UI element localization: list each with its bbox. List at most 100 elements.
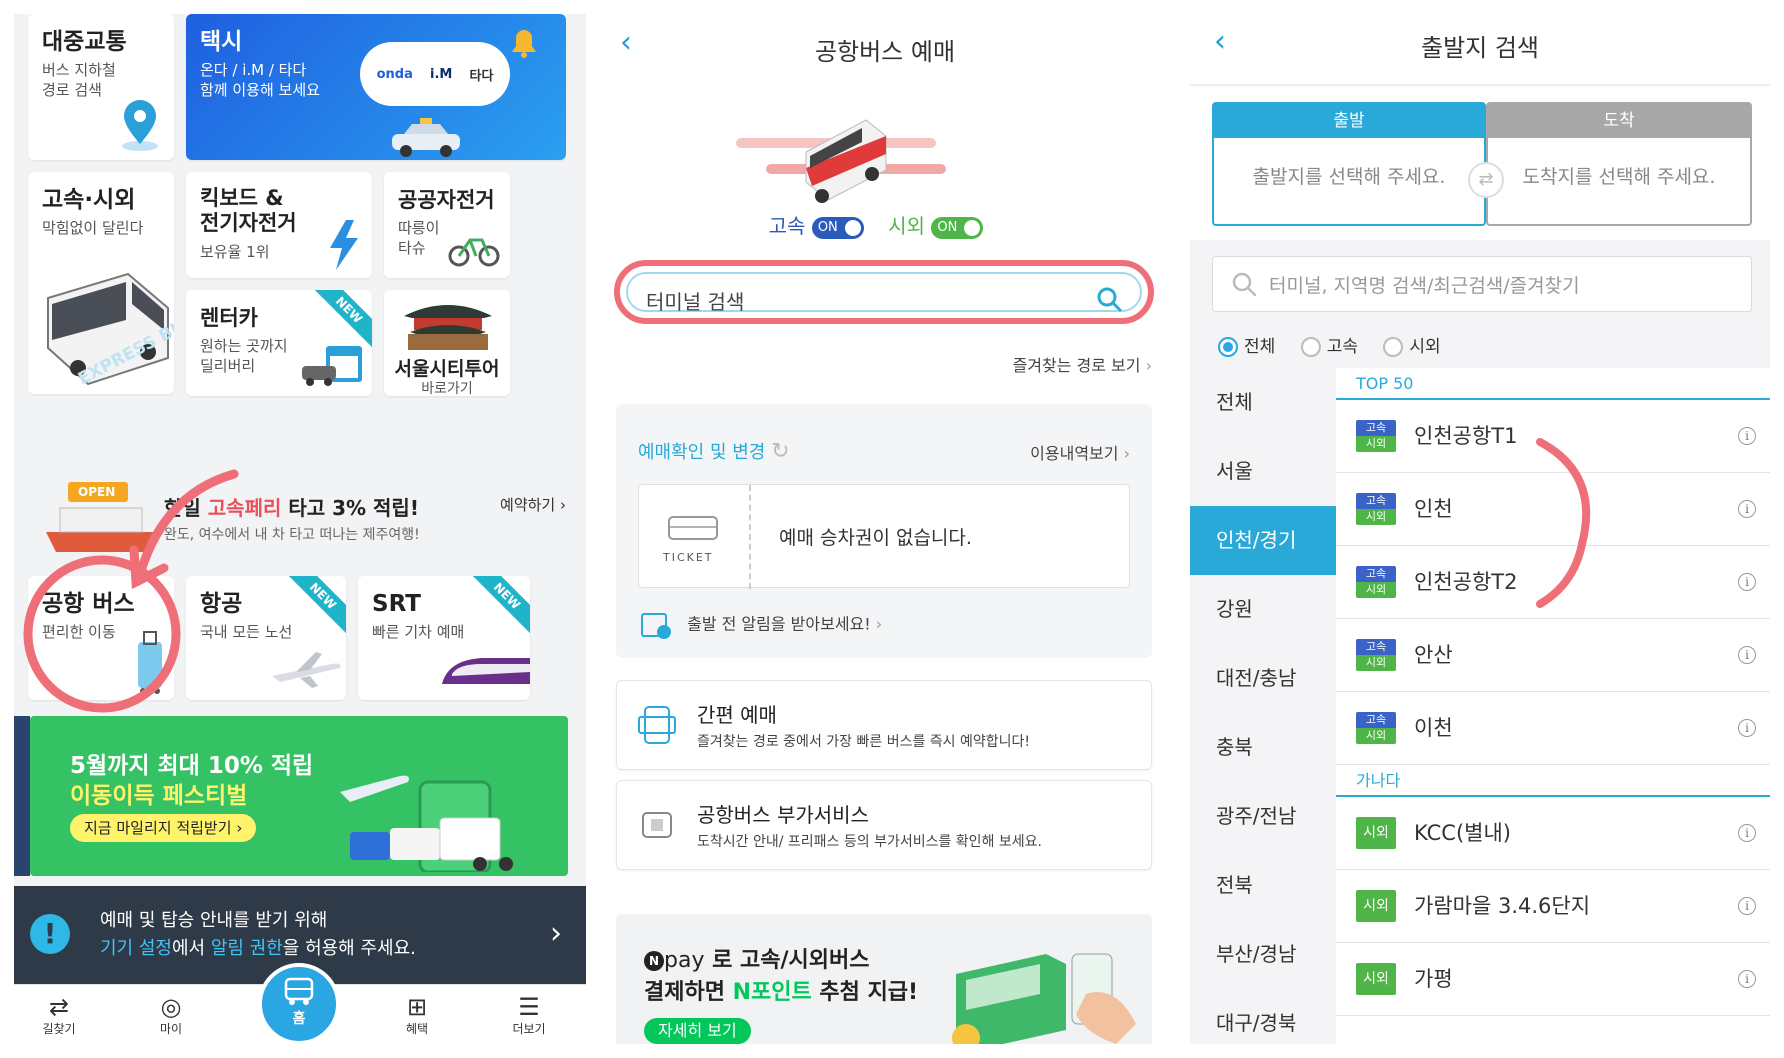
tag-express: 고속 xyxy=(1356,712,1396,728)
calendar-clock-icon xyxy=(641,613,671,639)
info-icon[interactable]: i xyxy=(1738,500,1756,518)
srt-card[interactable]: SRT 빠른 기차 예매 NEW xyxy=(358,576,530,700)
new-badge: NEW xyxy=(310,290,372,349)
npay-promo-banner[interactable]: Npay 로 고속/시외버스 결제하면 N포인트 추첨 지급! 자세히 보기 xyxy=(616,914,1152,1044)
express-title: 고속·시외 xyxy=(42,187,136,213)
tab-route[interactable]: ⇄ 길찾기 xyxy=(14,985,104,1044)
ferry-reserve-link[interactable]: 예약하기 › xyxy=(500,494,566,515)
intercity-tag: 시외 xyxy=(1356,963,1396,995)
tab-more-label: 더보기 xyxy=(512,1022,546,1036)
bus-type-toggles: 고속 ON 시외 ON xyxy=(596,210,1174,239)
express-intercity-tag: 고속 시외 xyxy=(1356,566,1396,598)
tab-more[interactable]: ☰ 더보기 xyxy=(484,985,574,1044)
terminal-name: 인천공항T2 xyxy=(1414,570,1518,594)
highlight-annotation xyxy=(23,469,239,713)
express-card[interactable]: 고속·시외 막힘없이 달린다 EXPRESS BUS xyxy=(28,172,174,394)
citytour-card[interactable]: 서울시티투어 바로가기 xyxy=(384,290,510,396)
region-item-jeonbuk[interactable]: 전북 xyxy=(1190,851,1336,920)
region-item-chungbuk[interactable]: 충북 xyxy=(1190,713,1336,782)
bike-sub: 따릉이 타슈 xyxy=(398,219,440,257)
info-icon[interactable]: i xyxy=(1738,427,1756,445)
info-icon[interactable]: i xyxy=(1738,824,1756,842)
tag-intercity: 시외 xyxy=(1356,655,1396,671)
filter-express[interactable]: 고속 xyxy=(1300,337,1358,357)
favorite-route-label: 즐겨찾는 경로 보기 xyxy=(1012,356,1141,375)
chevron-right-icon: › xyxy=(875,614,883,634)
onda-logo: onda xyxy=(376,66,413,82)
notice-mid: 에서 xyxy=(171,938,211,959)
terminal-search-placeholder: 터미널, 지역명 검색/최근검색/즐겨찾기 xyxy=(1269,275,1580,297)
info-icon[interactable]: i xyxy=(1738,646,1756,664)
notice-line2: 기기 설정에서 알림 권한을 허용해 주세요. xyxy=(100,934,416,960)
quick-reserve-title: 간편 예매 xyxy=(697,703,777,727)
quick-reserve-desc: 즐겨찾는 경로 중에서 가장 빠른 버스를 즉시 예약합니다! xyxy=(697,734,1031,750)
rentcar-card[interactable]: 렌터카 원하는 곳까지 딜리버리 NEW xyxy=(186,290,372,396)
region-item-daejeon-chungnam[interactable]: 대전/충남 xyxy=(1190,644,1336,713)
header: ‹ 공항버스 예매 xyxy=(596,14,1174,74)
filter-intercity[interactable]: 시외 xyxy=(1383,337,1441,357)
transit-title: 대중교통 xyxy=(42,29,127,55)
npay-line1: Npay 로 고속/시외버스 xyxy=(644,942,870,974)
quick-reserve-card[interactable]: 간편 예매 즐겨찾는 경로 중에서 가장 빠른 버스를 즉시 예약합니다! xyxy=(616,680,1152,770)
info-icon[interactable]: i xyxy=(1738,897,1756,915)
arrival-box[interactable]: 도착 도착지를 선택해 주세요. xyxy=(1486,102,1752,226)
region-item-all[interactable]: 전체 xyxy=(1190,368,1336,437)
tag-express: 고속 xyxy=(1356,566,1396,582)
tag-express: 고속 xyxy=(1356,639,1396,655)
npay-line2: 결제하면 N포인트 추첨 지급! xyxy=(644,974,918,1006)
search-icon xyxy=(1232,272,1257,297)
transit-sub: 버스 지하철 경로 검색 xyxy=(42,61,116,99)
arrival-placeholder: 도착지를 선택해 주세요. xyxy=(1522,166,1716,188)
bike-card[interactable]: 공공자전거 따릉이 타슈 xyxy=(384,172,510,278)
npay-detail-button[interactable]: 자세히 보기 xyxy=(644,1018,751,1044)
arrival-tab: 도착 xyxy=(1488,104,1750,138)
gana-header: 가나다 xyxy=(1336,765,1770,797)
departure-placeholder: 출발지를 선택해 주세요. xyxy=(1252,166,1446,188)
tab-benefit[interactable]: ⊞ 혜택 xyxy=(372,985,462,1044)
info-icon[interactable]: i xyxy=(1738,573,1756,591)
favorite-route-link[interactable]: 즐겨찾는 경로 보기 › xyxy=(1013,352,1152,376)
npay-n-icon: N xyxy=(644,951,664,971)
terminal-row[interactable]: 시외 가평 i xyxy=(1336,943,1770,1016)
region-item-gangwon[interactable]: 강원 xyxy=(1190,575,1336,644)
extra-service-card[interactable]: 공항버스 부가서비스 도착시간 안내/ 프리패스 등의 부가서비스를 확인해 보… xyxy=(616,780,1152,870)
express-toggle[interactable]: ON xyxy=(811,216,864,239)
citytour-title: 서울시티투어 xyxy=(394,358,500,380)
taxi-card[interactable]: 택시 온다 / i.M / 타다 함께 이용해 보세요 onda i.M 타다 xyxy=(186,14,566,160)
region-item-busan-gyeongnam[interactable]: 부산/경남 xyxy=(1190,920,1336,989)
region-item-seoul[interactable]: 서울 xyxy=(1190,437,1336,506)
region-item-daegu-gyeongbuk[interactable]: 대구/경북 xyxy=(1190,989,1336,1044)
promo-cta-button[interactable]: 지금 마일리지 적립받기 › xyxy=(70,814,257,842)
terminal-row[interactable]: 고속 시외 이천 i xyxy=(1336,692,1770,765)
tab-home[interactable]: 홈 xyxy=(258,963,340,1044)
info-icon[interactable]: i xyxy=(1738,719,1756,737)
terminal-row[interactable]: 시외 KCC(별내) i xyxy=(1336,797,1770,870)
info-icon[interactable]: i xyxy=(1738,970,1756,988)
terminal-search-input[interactable]: 터미널, 지역명 검색/최근검색/즐겨찾기 xyxy=(1212,256,1752,312)
notification-permission-link[interactable]: 알림 권한 xyxy=(211,938,283,959)
departure-alarm-link[interactable]: 출발 전 알림을 받아보세요! › xyxy=(640,610,882,640)
swap-icon[interactable]: ⇄ xyxy=(1468,162,1504,198)
chevron-right-icon: › xyxy=(550,916,562,951)
refresh-icon[interactable]: ↻ xyxy=(771,439,789,464)
ticket-label: TICKET xyxy=(663,551,714,564)
terminal-row[interactable]: 시외 가람마을 3.4.6단지 i xyxy=(1336,870,1770,943)
terminal-search-input[interactable]: 터미널 검색 xyxy=(626,272,1142,314)
device-settings-link[interactable]: 기기 설정 xyxy=(100,938,172,959)
promo-banner[interactable]: 5월까지 최대 10% 적립 이동이득 페스티벌 지금 마일리지 적립받기 › xyxy=(30,716,568,876)
reservation-title[interactable]: 예매확인 및 변경 ↻ xyxy=(638,438,790,464)
region-item-gwangju-jeonnam[interactable]: 광주/전남 xyxy=(1190,782,1336,851)
chevron-right-icon: › xyxy=(1145,356,1152,375)
page-title: 출발지 검색 xyxy=(1420,34,1540,62)
region-item-incheon-gyeonggi[interactable]: 인천/경기 xyxy=(1190,506,1336,575)
history-link[interactable]: 이용내역보기 › xyxy=(1030,440,1130,464)
terminal-row[interactable]: 고속 시외 안산 i xyxy=(1336,619,1770,692)
departure-box[interactable]: 출발 출발지를 선택해 주세요. xyxy=(1212,102,1486,226)
citytour-sub: 바로가기 xyxy=(421,381,473,396)
intercity-toggle[interactable]: ON xyxy=(931,216,984,239)
reservation-section: 예매확인 및 변경 ↻ 이용내역보기 › TICKET 예매 승차권이 없습니다… xyxy=(616,404,1152,658)
tab-my[interactable]: ◎ 마이 xyxy=(126,985,216,1044)
transit-card[interactable]: 대중교통 버스 지하철 경로 검색 xyxy=(28,14,174,160)
kickboard-card[interactable]: 킥보드 & 전기자전거 보유율 1위 xyxy=(186,172,372,278)
filter-all[interactable]: 전체 xyxy=(1218,337,1275,357)
